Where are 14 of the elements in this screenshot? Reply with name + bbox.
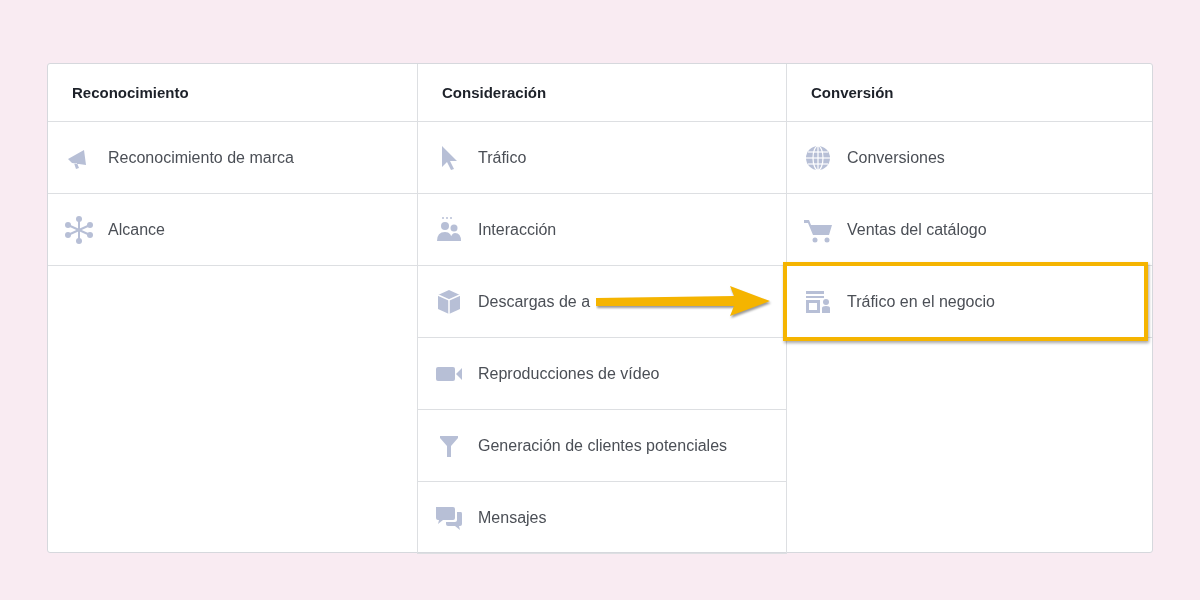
objective-item[interactable]: Mensajes: [418, 482, 786, 554]
column-header: Reconocimiento: [48, 64, 417, 122]
objective-item[interactable]: Alcance: [48, 194, 417, 266]
objective-item[interactable]: Ventas del catálogo: [787, 194, 1152, 266]
objective-item[interactable]: Interacción: [418, 194, 786, 266]
objective-item[interactable]: Tráfico: [418, 122, 786, 194]
objective-item[interactable]: Generación de clientes potenciales: [418, 410, 786, 482]
network-icon: [64, 214, 94, 245]
objective-item[interactable]: Reproducciones de vídeo: [418, 338, 786, 410]
objective-item[interactable]: Reconocimiento de marca: [48, 122, 417, 194]
objective-item[interactable]: Tráfico en el negocio: [787, 266, 1152, 338]
column-header: Conversión: [787, 64, 1152, 122]
column-header: Consideración: [418, 64, 786, 122]
objective-item[interactable]: Conversiones: [787, 122, 1152, 194]
